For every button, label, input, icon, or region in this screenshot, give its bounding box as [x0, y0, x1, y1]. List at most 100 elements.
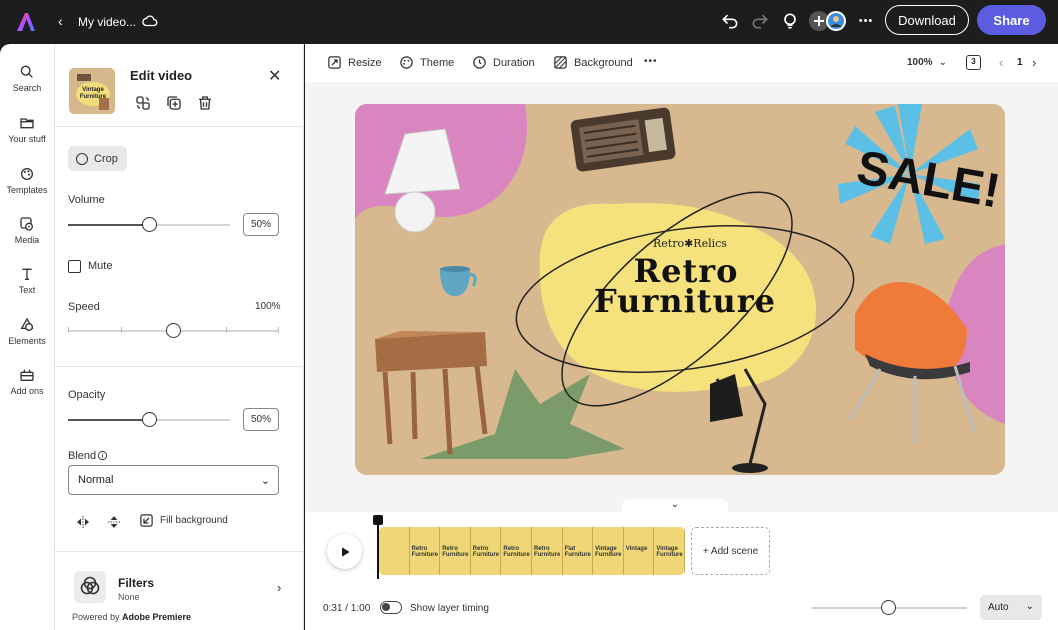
pages-icon[interactable]: 3 — [966, 55, 981, 70]
filters-label[interactable]: Filters — [118, 576, 154, 590]
speed-value: 100% — [255, 301, 281, 312]
video-thumbnail[interactable]: Vintage Furniture — [69, 68, 115, 114]
crop-button[interactable]: Crop — [68, 146, 127, 171]
share-button[interactable]: Share — [977, 5, 1046, 35]
timeline-zoom-handle[interactable] — [881, 600, 896, 615]
scene-frame[interactable]: Retro Furniture — [470, 527, 502, 575]
filters-row[interactable] — [74, 571, 106, 603]
duplicate-icon[interactable] — [165, 94, 183, 112]
invite-collaborator-icon[interactable] — [808, 10, 848, 32]
crop-label: Crop — [94, 152, 118, 165]
rail-item-search[interactable]: Search — [0, 64, 54, 93]
flip-vertical-icon[interactable] — [106, 514, 122, 530]
canvas-toolbar: Resize Theme Duration Background ••• 100… — [305, 44, 1058, 82]
flip-horizontal-icon[interactable] — [75, 514, 91, 530]
scene-frame[interactable]: Retro Furniture — [531, 527, 563, 575]
rail-item-media[interactable]: Media — [0, 216, 54, 245]
scene-frame-text: Furniture — [656, 552, 683, 558]
add-ons-icon — [20, 369, 34, 381]
rail-item-add-ons[interactable]: Add ons — [0, 367, 54, 396]
scene-frame[interactable] — [379, 527, 410, 575]
volume-value-field[interactable]: 50% — [243, 213, 279, 236]
headline-line-2[interactable]: Furniture — [570, 282, 800, 320]
rail-label: Templates — [6, 185, 48, 195]
opacity-slider-handle[interactable] — [142, 412, 157, 427]
scene-frame[interactable]: Vintage Furniture — [654, 527, 685, 575]
volume-slider-handle[interactable] — [142, 217, 157, 232]
brand-line[interactable]: Retro✱Relics — [653, 237, 727, 250]
play-button[interactable] — [327, 534, 362, 569]
speed-slider-handle[interactable] — [166, 323, 181, 338]
rail-label: Your stuff — [8, 134, 46, 144]
prev-page-icon[interactable]: ‹ — [999, 55, 1003, 70]
scene-frame[interactable]: Flat Furniture — [562, 527, 594, 575]
scene-frame-label: Retro Furniture — [503, 546, 529, 558]
auto-value: Auto — [988, 602, 1009, 613]
theme-label: Theme — [420, 56, 455, 69]
panel-title: Edit video — [130, 68, 193, 83]
speed-label: Speed — [68, 301, 100, 313]
background-button[interactable]: Background — [553, 55, 633, 70]
lightbulb-icon[interactable] — [780, 11, 800, 31]
add-scene-button[interactable]: + Add scene — [691, 527, 770, 575]
resize-button[interactable]: Resize — [327, 55, 382, 70]
fill-background-label: Fill background — [160, 515, 228, 526]
auto-select[interactable]: Auto ⌄ — [980, 595, 1042, 620]
scene-frame-label: Vintage Furniture — [595, 546, 621, 558]
scene-frame-label: Retro Furniture — [534, 546, 560, 558]
powered-prefix: Powered by — [72, 612, 123, 622]
trash-icon[interactable] — [196, 94, 214, 112]
scene-frame-text: Furniture — [411, 552, 438, 558]
download-button[interactable]: Download — [885, 5, 969, 35]
scene-frame-text: Furniture — [564, 552, 591, 558]
file-title[interactable]: My video... — [78, 15, 136, 29]
rail-item-templates[interactable]: Templates — [0, 166, 54, 195]
redo-icon[interactable] — [750, 11, 770, 31]
scene-frame-label: Vintage Furniture — [656, 546, 682, 558]
scene-frame[interactable]: Retro Furniture — [501, 527, 532, 575]
cloud-icon[interactable] — [141, 12, 159, 30]
duration-button[interactable]: Duration — [472, 55, 535, 70]
back-arrow-icon[interactable]: ‹ — [58, 13, 63, 29]
adobe-express-logo-icon[interactable] — [14, 10, 38, 34]
folder-icon — [20, 118, 34, 129]
scene-frame[interactable]: Retro Furniture — [409, 527, 441, 575]
close-icon[interactable]: ✕ — [268, 66, 281, 86]
more-tools-icon[interactable]: ••• — [644, 56, 658, 67]
mute-checkbox[interactable] — [68, 260, 81, 273]
fill-background-button[interactable]: Fill background — [139, 513, 228, 528]
page-number: 1 — [1017, 57, 1023, 68]
rail-item-your-stuff[interactable]: Your stuff — [0, 115, 54, 144]
scene-frame-text: Furniture — [442, 552, 469, 558]
rail-label: Media — [14, 235, 40, 245]
scene-frame[interactable]: Retro Furniture — [440, 527, 471, 575]
opacity-value-field[interactable]: 50% — [243, 408, 279, 431]
next-page-icon[interactable]: › — [1032, 55, 1036, 70]
crop-circle-icon — [76, 152, 88, 165]
rail-item-text[interactable]: Text — [0, 266, 54, 295]
design-canvas[interactable]: SALE! Retro✱Relics Retro Furniture — [355, 104, 1005, 475]
undo-icon[interactable] — [720, 11, 740, 31]
chevron-down-icon: ⌄ — [1025, 601, 1034, 612]
rail-label: Search — [12, 83, 42, 93]
theme-button[interactable]: Theme — [399, 55, 454, 70]
scene-frame-label: Retro Furniture — [442, 546, 468, 558]
scene-frame[interactable]: Vintage Furniture — [593, 527, 624, 575]
info-icon[interactable] — [97, 450, 108, 461]
blend-mode-select[interactable]: Normal ⌄ — [68, 465, 279, 495]
scene-strip[interactable]: Retro Furniture Retro Furniture Retro Furnitu… — [379, 527, 685, 575]
chevron-right-icon[interactable]: › — [277, 580, 281, 595]
resize-label: Resize — [348, 56, 382, 69]
scene-frame-text: Furniture — [503, 552, 530, 558]
scene-frame-label: Retro Furniture — [412, 546, 438, 558]
replace-icon[interactable] — [134, 94, 152, 112]
time-display: 0:31 / 1:00 — [323, 603, 371, 614]
more-options-icon[interactable]: ••• — [856, 11, 876, 31]
playhead[interactable] — [377, 515, 379, 579]
rail-item-elements[interactable]: Elements — [0, 317, 54, 346]
rail-label: Add ons — [10, 386, 44, 396]
show-layer-timing-toggle[interactable] — [380, 601, 402, 614]
filters-value: None — [118, 592, 140, 602]
zoom-select[interactable]: 100% ⌄ — [907, 57, 947, 68]
scene-frame[interactable]: Vintage — [623, 527, 655, 575]
